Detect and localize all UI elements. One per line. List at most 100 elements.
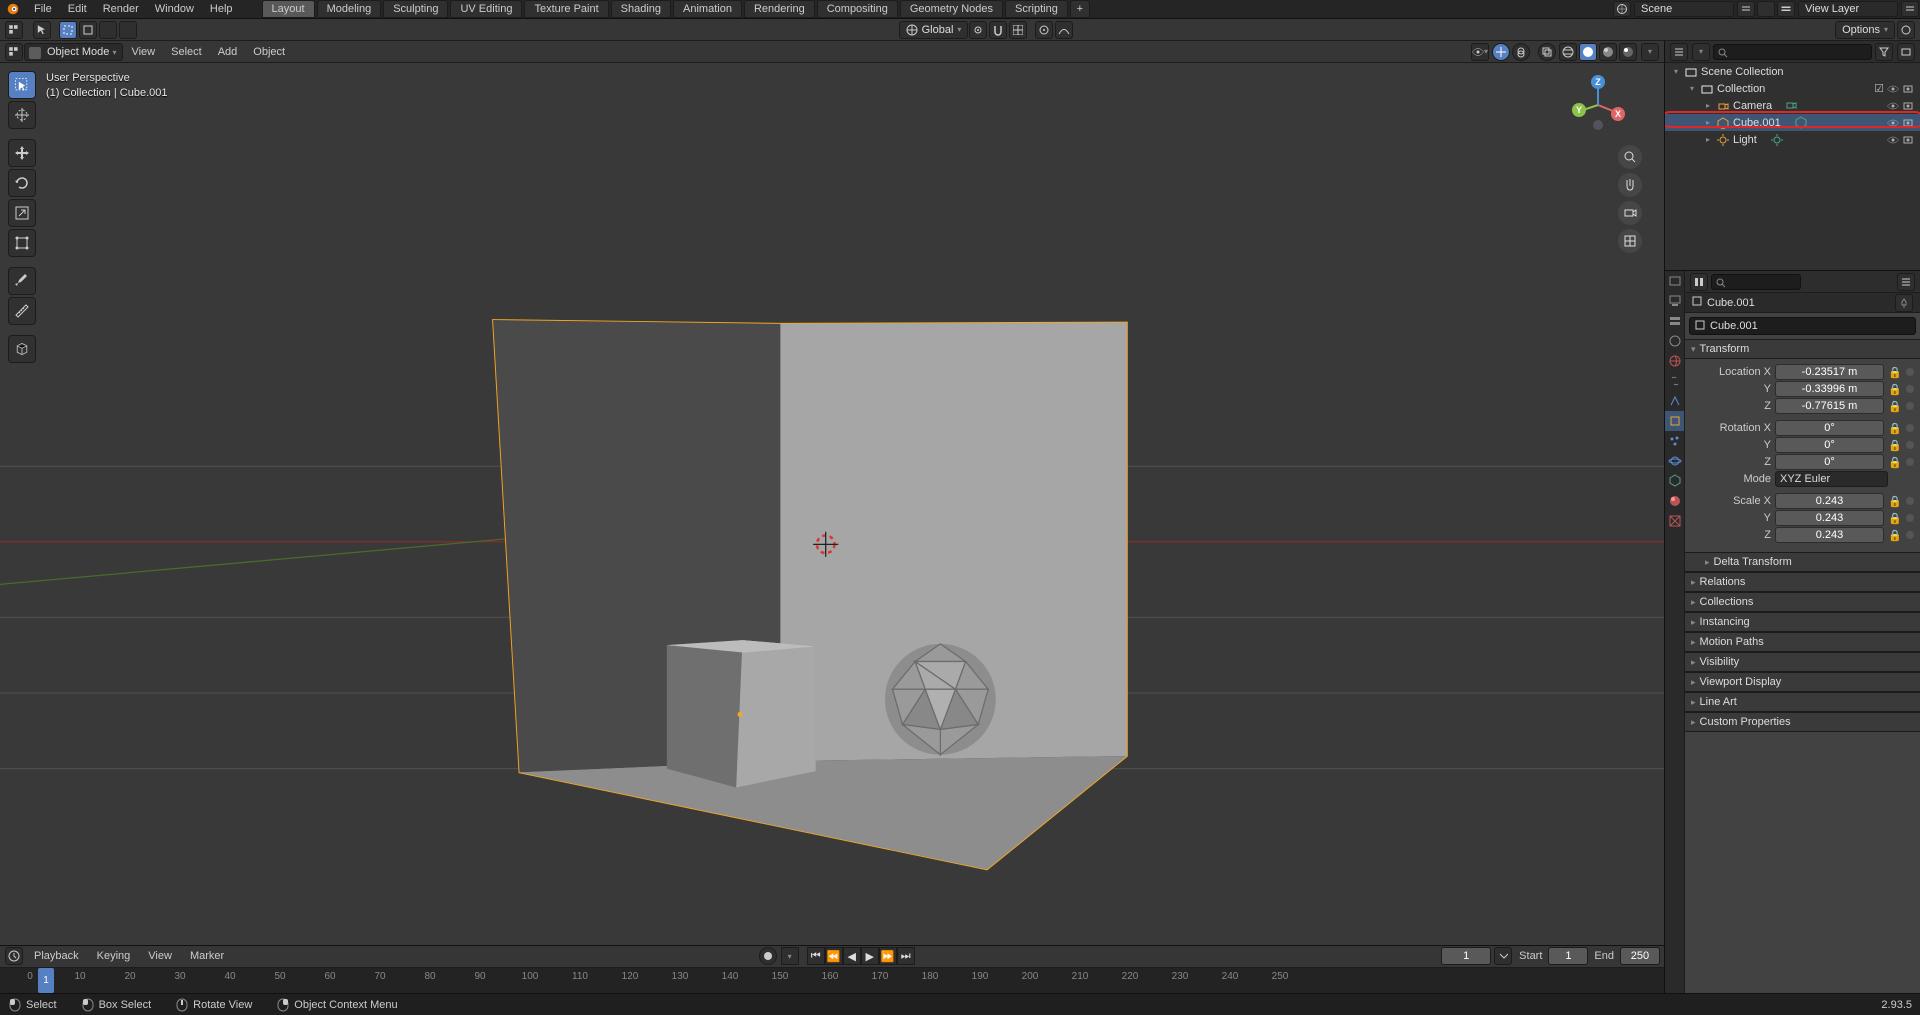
rotation-y-field[interactable]: 0° bbox=[1775, 437, 1884, 453]
proptab-scene[interactable] bbox=[1665, 331, 1684, 351]
play-reverse[interactable]: ◀ bbox=[843, 947, 861, 965]
lock-icon[interactable]: 🔒 bbox=[1888, 529, 1902, 542]
scale-y-field[interactable]: 0.243 bbox=[1775, 510, 1884, 526]
shading-material[interactable] bbox=[1599, 43, 1617, 61]
proptab-output[interactable] bbox=[1665, 291, 1684, 311]
panel-instancing[interactable]: ▸Instancing bbox=[1685, 612, 1920, 632]
select-tool-icon[interactable] bbox=[33, 21, 51, 39]
options-dropdown[interactable]: Options bbox=[1835, 21, 1895, 39]
outliner-search[interactable] bbox=[1713, 44, 1872, 60]
checkbox-icon[interactable]: ☑ bbox=[1874, 82, 1884, 96]
lock-icon[interactable]: 🔒 bbox=[1888, 495, 1902, 508]
viewport-3d[interactable]: User Perspective (1) Collection | Cube.0… bbox=[0, 63, 1664, 945]
lock-icon[interactable]: 🔒 bbox=[1888, 400, 1902, 413]
scene-pin-icon[interactable] bbox=[1757, 1, 1775, 17]
select-mode-2[interactable] bbox=[79, 21, 97, 39]
jump-end[interactable]: ⏭ bbox=[897, 947, 915, 965]
editor-type-3dview[interactable] bbox=[5, 43, 23, 61]
panel-visibility[interactable]: ▸Visibility bbox=[1685, 652, 1920, 672]
tab-shading[interactable]: Shading bbox=[611, 0, 671, 18]
outliner-new-collection[interactable] bbox=[1897, 43, 1915, 61]
camera-render-icon[interactable] bbox=[1902, 133, 1916, 147]
tree-row-camera[interactable]: ▸ Camera bbox=[1665, 97, 1920, 114]
proptab-world[interactable] bbox=[1665, 351, 1684, 371]
timeline-editor-type[interactable] bbox=[5, 947, 23, 965]
tool-scale[interactable] bbox=[8, 199, 36, 227]
axis-x-icon[interactable]: X bbox=[1611, 107, 1625, 121]
select-mode-4[interactable] bbox=[119, 21, 137, 39]
timeline-ruler[interactable]: 1 01020304050607080901001101201301401501… bbox=[0, 968, 1664, 993]
proptab-object-data[interactable] bbox=[1665, 471, 1684, 491]
tool-add-cube[interactable] bbox=[8, 335, 36, 363]
select-mode-1[interactable] bbox=[59, 21, 77, 39]
proptab-texture[interactable] bbox=[1665, 511, 1684, 531]
tab-compositing[interactable]: Compositing bbox=[817, 0, 898, 18]
tree-row-light[interactable]: ▸ Light bbox=[1665, 131, 1920, 148]
tool-transform[interactable] bbox=[8, 229, 36, 257]
proportional-edit-toggle[interactable] bbox=[1035, 21, 1053, 39]
shading-solid[interactable] bbox=[1579, 43, 1597, 61]
menu-render[interactable]: Render bbox=[95, 0, 147, 19]
menu-file[interactable]: File bbox=[26, 0, 60, 19]
outliner-tree[interactable]: ▾ Scene Collection ▾ Collection ☑ ▸ bbox=[1665, 63, 1920, 270]
end-frame-field[interactable]: 250 bbox=[1620, 947, 1660, 965]
proptab-object[interactable] bbox=[1665, 411, 1684, 431]
lock-icon[interactable]: 🔒 bbox=[1888, 439, 1902, 452]
camera-icon[interactable] bbox=[1618, 201, 1642, 225]
shading-rendered[interactable] bbox=[1619, 43, 1637, 61]
proptab-modifiers[interactable] bbox=[1665, 391, 1684, 411]
anim-dot[interactable] bbox=[1906, 424, 1914, 432]
anim-dot[interactable] bbox=[1906, 497, 1914, 505]
zoom-icon[interactable] bbox=[1618, 145, 1642, 169]
mode-select[interactable]: Object Mode ▾ bbox=[24, 43, 123, 61]
keying-dropdown[interactable]: ▾ bbox=[781, 947, 799, 965]
orientation-dropdown[interactable]: Global ▾ bbox=[899, 21, 969, 39]
tree-row-cube-001[interactable]: ▸ Cube.001 bbox=[1665, 114, 1920, 131]
anim-dot[interactable] bbox=[1906, 385, 1914, 393]
proptab-render[interactable] bbox=[1665, 271, 1684, 291]
tool-select-box[interactable] bbox=[8, 71, 36, 99]
panel-collections[interactable]: ▸Collections bbox=[1685, 592, 1920, 612]
outliner-filter[interactable] bbox=[1875, 43, 1893, 61]
properties-search[interactable] bbox=[1711, 274, 1801, 290]
tool-move[interactable] bbox=[8, 139, 36, 167]
jump-prev-key[interactable]: ⏪ bbox=[825, 947, 843, 965]
axis-y-icon[interactable]: Y bbox=[1572, 103, 1586, 117]
menu-window[interactable]: Window bbox=[147, 0, 202, 19]
current-frame-field[interactable]: 1 bbox=[1441, 947, 1491, 965]
pivot-dropdown[interactable] bbox=[969, 21, 987, 39]
location-z-field[interactable]: -0.77615 m bbox=[1775, 398, 1884, 414]
anim-dot[interactable] bbox=[1906, 458, 1914, 466]
tool-cursor[interactable] bbox=[8, 101, 36, 129]
viewlayer-new-button[interactable] bbox=[1901, 1, 1919, 17]
gizmo-toggle[interactable] bbox=[1492, 43, 1510, 61]
rotation-x-field[interactable]: 0° bbox=[1775, 420, 1884, 436]
viewport-menu-add[interactable]: Add bbox=[210, 46, 246, 58]
scale-x-field[interactable]: 0.243 bbox=[1775, 493, 1884, 509]
overlay-toggle[interactable] bbox=[1512, 43, 1530, 61]
visibility-dropdown[interactable]: ▾ bbox=[1471, 43, 1489, 61]
camera-render-icon[interactable] bbox=[1902, 99, 1916, 113]
viewport-menu-view[interactable]: View bbox=[123, 46, 163, 58]
scale-z-field[interactable]: 0.243 bbox=[1775, 527, 1884, 543]
play-forward[interactable]: ▶ bbox=[861, 947, 879, 965]
rotation-z-field[interactable]: 0° bbox=[1775, 454, 1884, 470]
outliner-mode-2[interactable]: ▾ bbox=[1692, 43, 1710, 61]
options-extra[interactable] bbox=[1897, 21, 1915, 39]
nav-gizmo[interactable]: Z Y X bbox=[1566, 73, 1630, 137]
panel-custom-properties[interactable]: ▸Custom Properties bbox=[1685, 712, 1920, 732]
panel-motion-paths[interactable]: ▸Motion Paths bbox=[1685, 632, 1920, 652]
proptab-viewlayer[interactable] bbox=[1665, 311, 1684, 331]
eye-icon[interactable] bbox=[1886, 99, 1900, 113]
panel-transform[interactable]: ▾Transform bbox=[1685, 339, 1920, 359]
outliner-display-mode[interactable] bbox=[1670, 43, 1688, 61]
tree-row-collection[interactable]: ▾ Collection ☑ bbox=[1665, 80, 1920, 97]
anim-dot[interactable] bbox=[1906, 531, 1914, 539]
anim-dot[interactable] bbox=[1906, 441, 1914, 449]
frame-dropdown[interactable] bbox=[1494, 947, 1512, 965]
playhead[interactable]: 1 bbox=[38, 968, 54, 993]
anim-dot[interactable] bbox=[1906, 402, 1914, 410]
object-name-field[interactable]: Cube.001 bbox=[1689, 317, 1916, 335]
timeline-menu-marker[interactable]: Marker bbox=[182, 950, 232, 962]
pin-icon[interactable] bbox=[1895, 294, 1913, 312]
